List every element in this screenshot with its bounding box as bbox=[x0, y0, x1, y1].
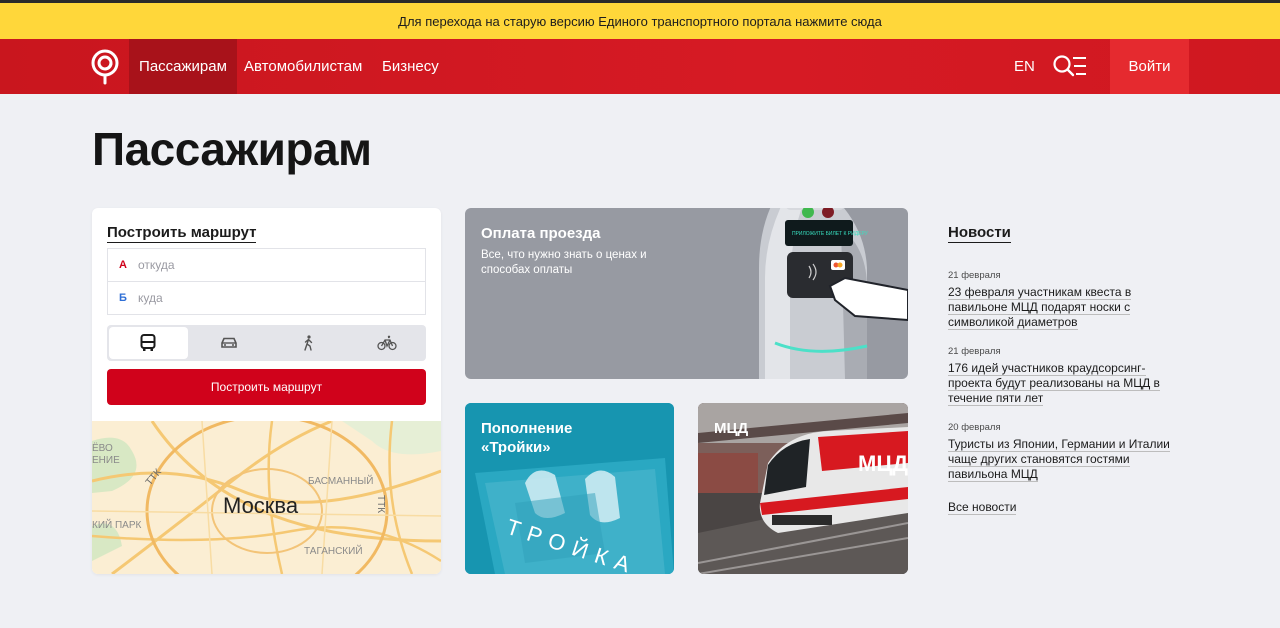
mcd-train-text: МЦД bbox=[858, 451, 908, 476]
walk-icon bbox=[304, 335, 313, 351]
troika-card[interactable]: ТРОЙКА Пополнение «Тройки» bbox=[465, 403, 674, 574]
mcd-title: МЦД bbox=[714, 420, 749, 437]
news-link-text[interactable]: 176 идей участников краудсорсинг-проекта… bbox=[948, 361, 1160, 406]
nav-business[interactable]: Бизнесу bbox=[382, 39, 439, 94]
to-field[interactable]: Б куда bbox=[107, 281, 426, 315]
bike-icon bbox=[376, 335, 397, 351]
car-icon bbox=[221, 337, 237, 348]
map-label-district-1: ЁВО bbox=[92, 442, 113, 454]
news-date: 21 февраля bbox=[948, 270, 1001, 281]
nav-passengers[interactable]: Пассажирам bbox=[129, 39, 237, 94]
mode-bus[interactable] bbox=[109, 327, 188, 359]
to-placeholder: куда bbox=[138, 291, 163, 305]
troika-title: Пополнение «Тройки» bbox=[481, 420, 573, 456]
map-city-label: Москва bbox=[223, 493, 299, 518]
news-item: 21 февраля 176 идей участников краудсорс… bbox=[948, 346, 1188, 406]
nav-passengers-label: Пассажирам bbox=[139, 58, 227, 75]
route-title[interactable]: Построить маршрут bbox=[107, 224, 257, 243]
language-switch[interactable]: EN bbox=[1014, 39, 1035, 94]
turnstile-illustration: ПРИЛОЖИТЕ БИЛЕТ К РИДЕРУ bbox=[759, 208, 908, 379]
news-link[interactable]: 176 идей участников краудсорсинг-проекта… bbox=[948, 361, 1188, 406]
mode-car[interactable] bbox=[190, 325, 269, 361]
map-label-ttk-2: ТТК bbox=[375, 495, 386, 513]
news-link-text[interactable]: Туристы из Японии, Германии и Италии чащ… bbox=[948, 437, 1170, 482]
bus-icon bbox=[140, 334, 156, 351]
transport-mode-selector bbox=[107, 325, 426, 361]
moscow-map[interactable]: ЁВО ЕНИЕ ТТК БАСМАННЫЙ ТТК КИЙ ПАРК ТАГА… bbox=[92, 421, 441, 574]
news-date: 20 февраля bbox=[948, 422, 1001, 433]
to-mark: Б bbox=[119, 292, 127, 304]
news-link[interactable]: Туристы из Японии, Германии и Италии чащ… bbox=[948, 437, 1188, 482]
route-builder: Построить маршрут А откуда Б куда Постро… bbox=[92, 208, 441, 574]
nav-drivers[interactable]: Автомобилистам bbox=[244, 39, 362, 94]
search-menu-icon[interactable] bbox=[1052, 53, 1088, 81]
all-news-link[interactable]: Все новости bbox=[948, 500, 1017, 515]
from-field[interactable]: А откуда bbox=[107, 248, 426, 282]
old-version-banner[interactable]: Для перехода на старую версию Единого тр… bbox=[0, 3, 1280, 39]
from-mark: А bbox=[119, 259, 127, 271]
language-label: EN bbox=[1014, 58, 1035, 75]
nav-drivers-label: Автомобилистам bbox=[244, 58, 363, 75]
map-label-basmanny: БАСМАННЫЙ bbox=[308, 474, 373, 487]
map-label-park: КИЙ ПАРК bbox=[92, 518, 142, 531]
news-item: 21 февраля 23 февраля участникам квеста … bbox=[948, 270, 1188, 330]
mcd-card[interactable]: МЦД МЦД bbox=[698, 403, 908, 574]
mode-bike[interactable] bbox=[347, 325, 426, 361]
news-item: 20 февраля Туристы из Японии, Германии и… bbox=[948, 422, 1188, 482]
build-route-button[interactable]: Построить маршрут bbox=[107, 369, 426, 405]
login-button[interactable]: Войти bbox=[1110, 39, 1189, 94]
build-route-label: Построить маршрут bbox=[210, 380, 323, 394]
logo-icon[interactable] bbox=[89, 49, 121, 85]
payment-card[interactable]: Оплата проезда Все, что нужно знать о це… bbox=[465, 208, 908, 379]
map-graphic: ЁВО ЕНИЕ ТТК БАСМАННЫЙ ТТК КИЙ ПАРК ТАГА… bbox=[92, 421, 441, 574]
news-title[interactable]: Новости bbox=[948, 224, 1011, 243]
news-date: 21 февраля bbox=[948, 346, 1001, 357]
map-label-tagansky: ТАГАНСКИЙ bbox=[304, 544, 363, 557]
site-header: Пассажирам Автомобилистам Бизнесу EN Вой… bbox=[0, 39, 1280, 94]
payment-title: Оплата проезда bbox=[481, 225, 601, 242]
login-label: Войти bbox=[1128, 58, 1171, 75]
map-label-district-2: ЕНИЕ bbox=[92, 455, 120, 466]
news-link-text[interactable]: 23 февраля участникам квеста в павильоне… bbox=[948, 285, 1132, 330]
from-placeholder: откуда bbox=[138, 258, 175, 272]
news-link[interactable]: 23 февраля участникам квеста в павильоне… bbox=[948, 285, 1188, 330]
mode-walk[interactable] bbox=[269, 325, 348, 361]
page-title: Пассажирам bbox=[92, 123, 372, 175]
payment-subtitle: Все, что нужно знать о ценах и способах … bbox=[481, 249, 647, 276]
nav-business-label: Бизнесу bbox=[382, 58, 439, 75]
banner-text[interactable]: Для перехода на старую версию Единого тр… bbox=[398, 14, 882, 29]
turnstile-screen-text: ПРИЛОЖИТЕ БИЛЕТ К РИДЕРУ bbox=[792, 231, 869, 237]
